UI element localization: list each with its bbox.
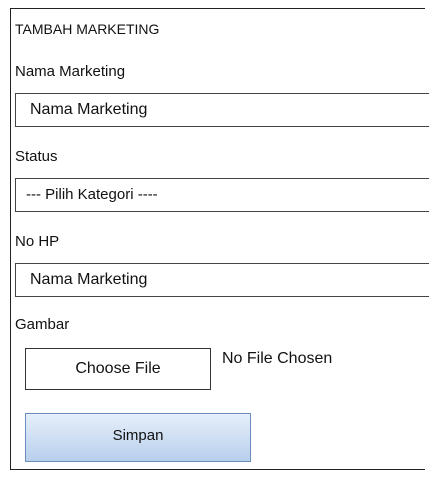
save-button[interactable]: Simpan [25, 413, 251, 462]
status-label: Status [15, 148, 58, 165]
nama-marketing-input[interactable]: Nama Marketing [15, 93, 429, 127]
no-hp-label: No HP [15, 233, 60, 250]
choose-file-button[interactable]: Choose File [25, 348, 211, 390]
file-status-text: No File Chosen [222, 350, 333, 367]
gambar-label: Gambar [15, 316, 70, 333]
nama-marketing-label: Nama Marketing [15, 63, 126, 80]
status-select[interactable]: --- Pilih Kategori ---- [15, 178, 429, 212]
no-hp-input[interactable]: Nama Marketing [15, 263, 429, 297]
form-title: TAMBAH MARKETING [15, 21, 160, 37]
